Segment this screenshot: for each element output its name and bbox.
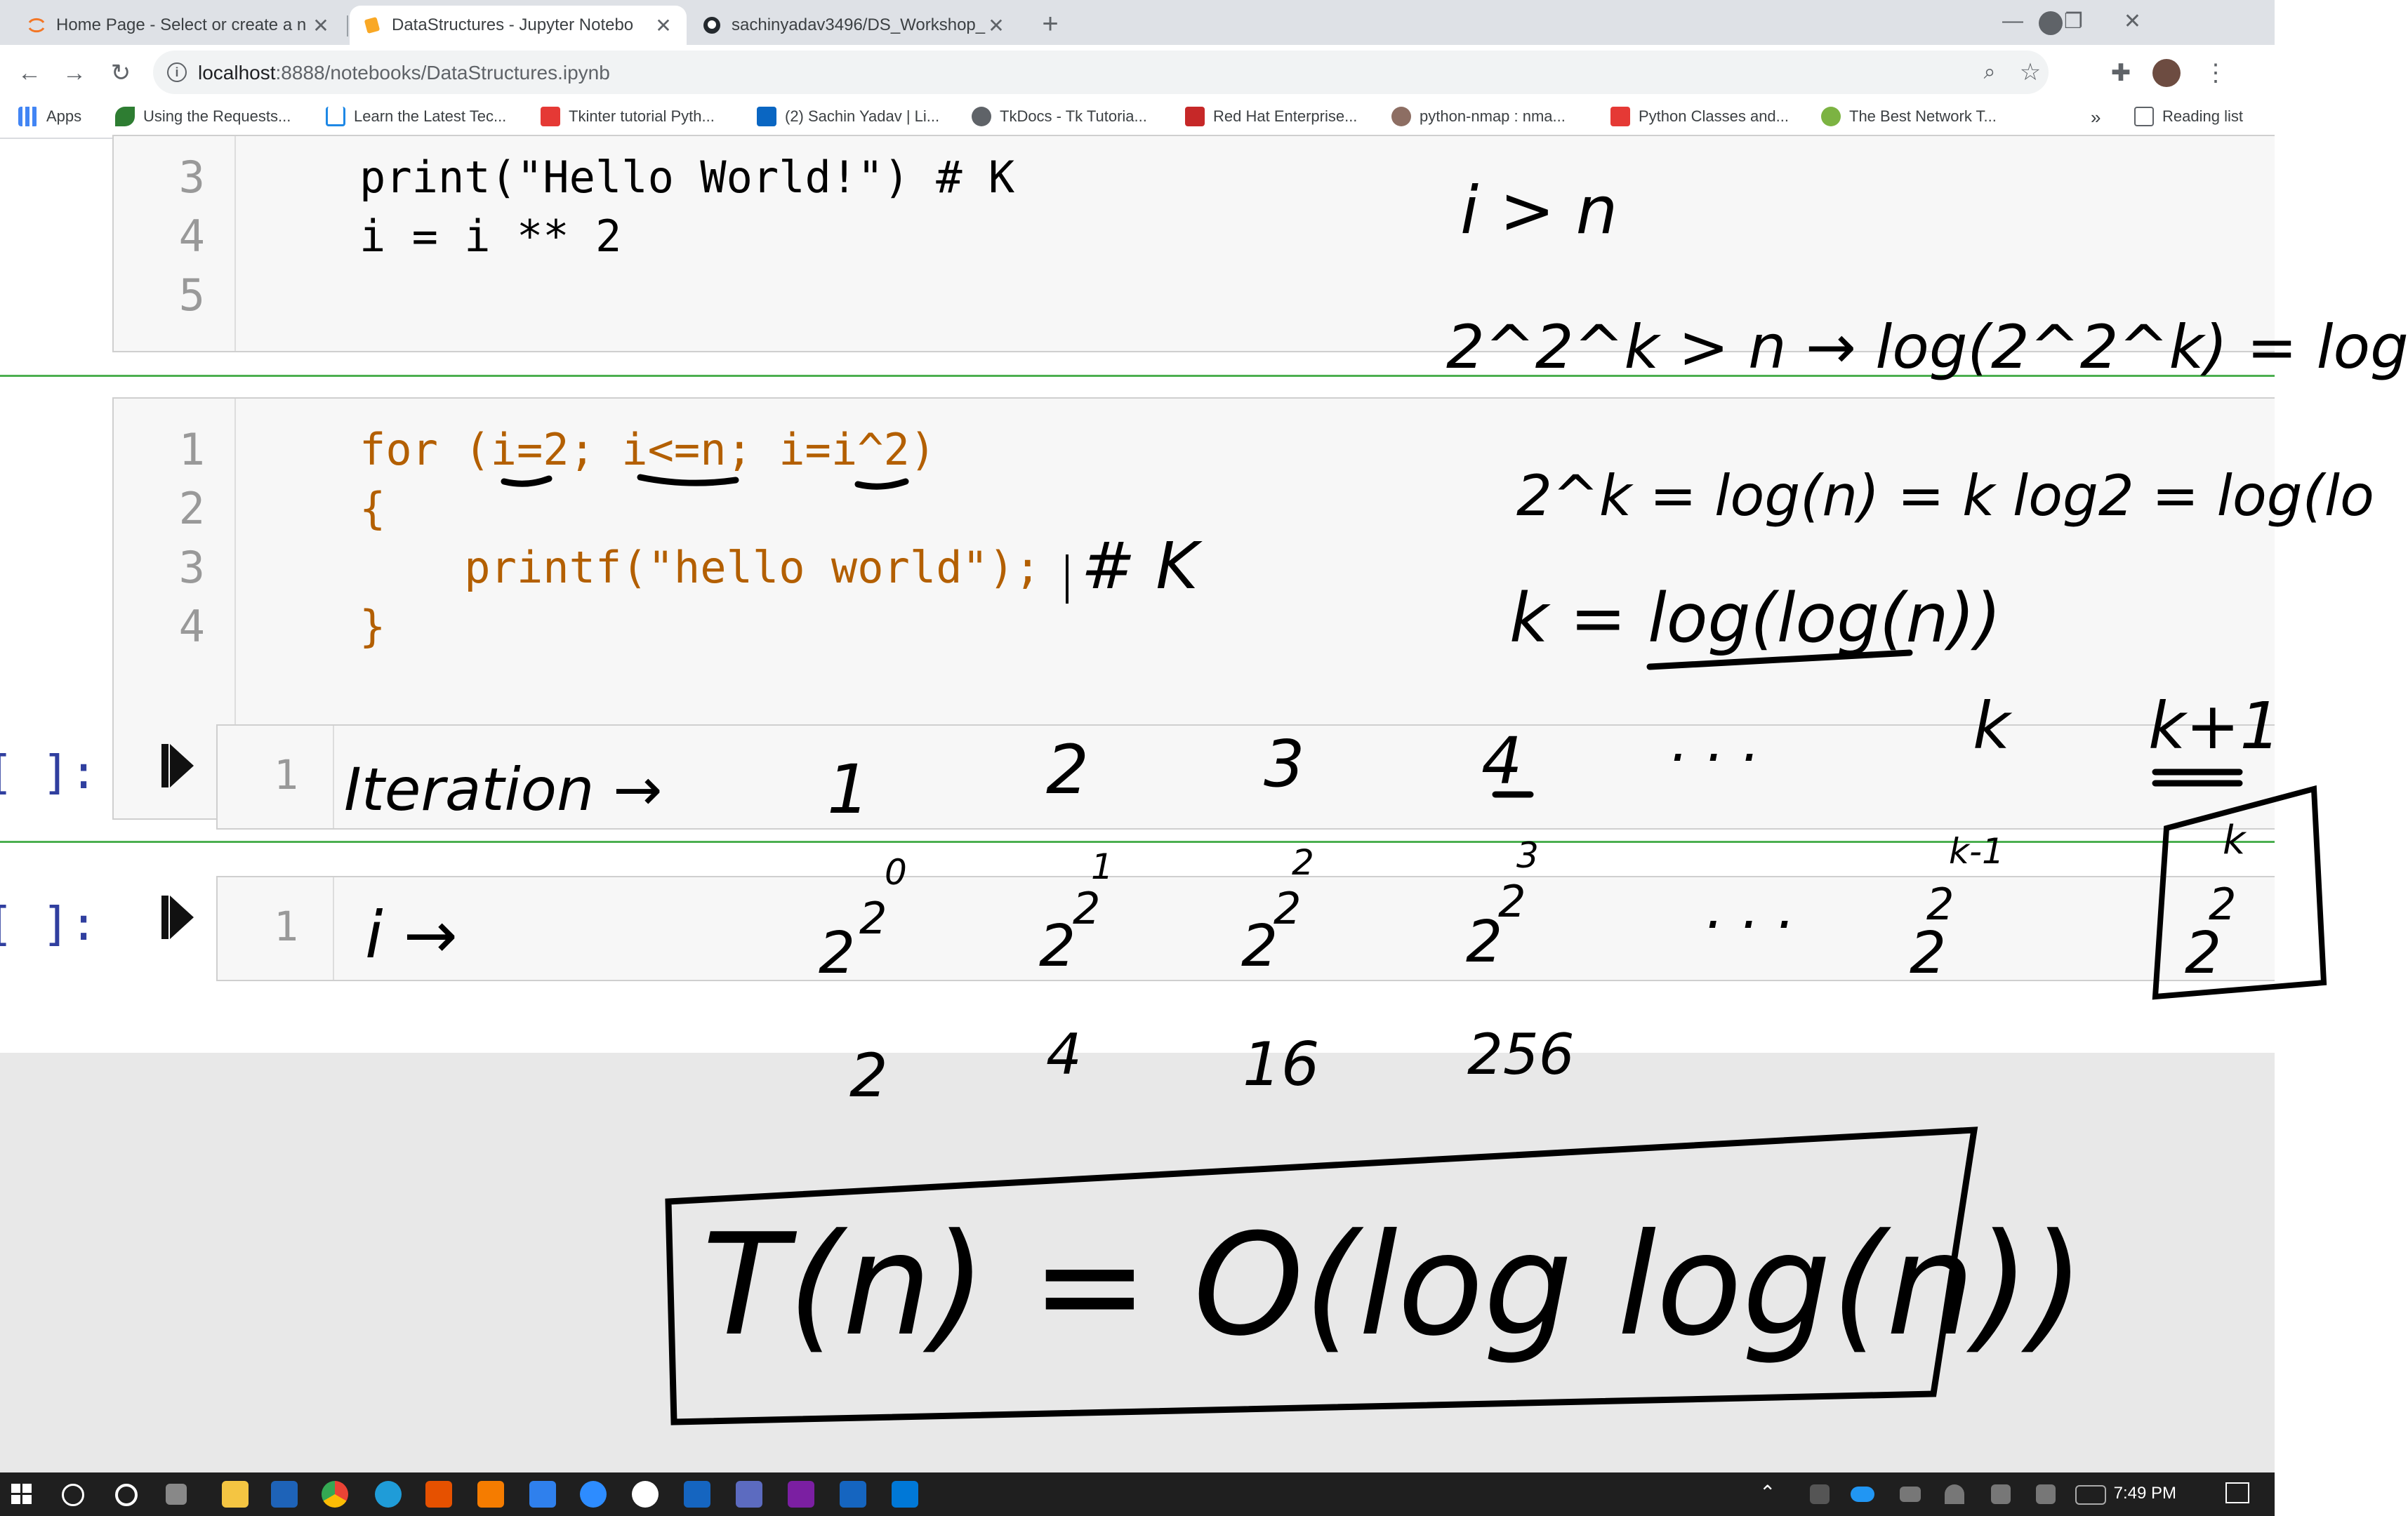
iteration-label: Iteration →: [344, 755, 662, 824]
iteration-value: k+1: [2148, 689, 2281, 764]
clock[interactable]: 7:49 PM: [2114, 1484, 2176, 1503]
i-value: 256: [1467, 1022, 1575, 1087]
edge-icon[interactable]: [375, 1481, 402, 1508]
power-base: 2: [859, 893, 887, 944]
power-base: 2: [1466, 909, 1502, 976]
iteration-value: 1: [827, 750, 870, 829]
whiteboard-icon[interactable]: [684, 1481, 710, 1508]
iteration-value: k: [1973, 689, 2013, 764]
underline: [501, 475, 553, 487]
power-base: 2: [1274, 883, 1301, 934]
power-base: 2: [1073, 883, 1100, 934]
onenote-icon[interactable]: [788, 1481, 814, 1508]
power-exponent: 3: [1516, 835, 1539, 876]
power-exponent: 2: [1292, 842, 1314, 883]
annotation-line4: k = log(log(n)): [1509, 579, 2001, 658]
iteration-value: 2: [1046, 731, 1089, 809]
annotation-code-comment: # K: [1081, 528, 1203, 604]
todo-icon[interactable]: [529, 1481, 556, 1508]
annotation-line2: 2^2^k > n → log(2^2^k) = log(n): [1446, 312, 2408, 383]
onedrive-icon[interactable]: [1851, 1487, 1874, 1502]
slack-icon[interactable]: [632, 1481, 659, 1508]
i-value: 4: [1046, 1022, 1082, 1087]
meet-now-icon[interactable]: [1810, 1484, 1830, 1504]
power-base: 2: [2209, 879, 2236, 930]
annotation-line3: 2^k = log(n) = k log2 = log(lo: [1516, 463, 2374, 528]
iteration-value: . . .: [1671, 709, 1760, 774]
chevron-up-icon[interactable]: ⌃: [1759, 1481, 1775, 1504]
underline: [2152, 769, 2243, 787]
xampp-icon[interactable]: [477, 1481, 504, 1508]
office-icon[interactable]: [425, 1481, 452, 1508]
windows-start-icon[interactable]: [11, 1484, 32, 1505]
power-base: 2: [1039, 913, 1076, 980]
teams-icon[interactable]: [736, 1481, 762, 1508]
i-value: 2: [849, 1041, 888, 1111]
file-explorer-icon[interactable]: [222, 1481, 249, 1508]
complexity-result: T(n) = O(log log(n)): [702, 1204, 2084, 1367]
keyboard-icon[interactable]: [2075, 1485, 2106, 1505]
notification-icon[interactable]: [2225, 1482, 2249, 1503]
zoom-app-icon[interactable]: [580, 1481, 607, 1508]
annotation-line1: i > n: [1460, 173, 1618, 249]
power-base: 2: [1241, 913, 1278, 980]
power-base: 2: [2185, 920, 2221, 987]
power-exponent: k-1: [1949, 831, 2004, 872]
power-base: 2: [1926, 879, 1954, 930]
i-row-label: i →: [365, 898, 458, 973]
vscode-icon[interactable]: [892, 1481, 918, 1508]
taskbar: ⌃ 7:49 PM: [0, 1472, 2275, 1516]
power-exponent: 0: [885, 852, 907, 893]
outlook-icon[interactable]: [271, 1481, 298, 1508]
power-exponent: k: [2223, 818, 2247, 863]
underline: [637, 474, 739, 486]
wifi-icon[interactable]: [1945, 1484, 1964, 1504]
volume-icon[interactable]: [1991, 1484, 2011, 1504]
pen-icon[interactable]: [2036, 1484, 2056, 1504]
power-base: 2: [819, 920, 855, 987]
chrome-icon[interactable]: [322, 1481, 348, 1508]
handwriting-layer: i > n 2^2^k > n → log(2^2^k) = log(n) 2^…: [344, 173, 2408, 1425]
iteration-value: 4: [1481, 724, 1523, 799]
i-row-dots: . . .: [1706, 876, 1795, 941]
iteration-value: 3: [1264, 726, 1305, 802]
powershell-icon[interactable]: [840, 1481, 866, 1508]
search-icon[interactable]: [62, 1484, 84, 1506]
cortana-icon[interactable]: [115, 1484, 138, 1506]
power-base: 2: [1498, 876, 1526, 927]
underline: [854, 478, 909, 490]
task-view-icon[interactable]: [166, 1484, 187, 1505]
power-base: 2: [1910, 920, 1946, 987]
power-exponent: 1: [1091, 846, 1113, 887]
battery-icon[interactable]: [1900, 1487, 1921, 1502]
i-value: 16: [1243, 1030, 1319, 1100]
